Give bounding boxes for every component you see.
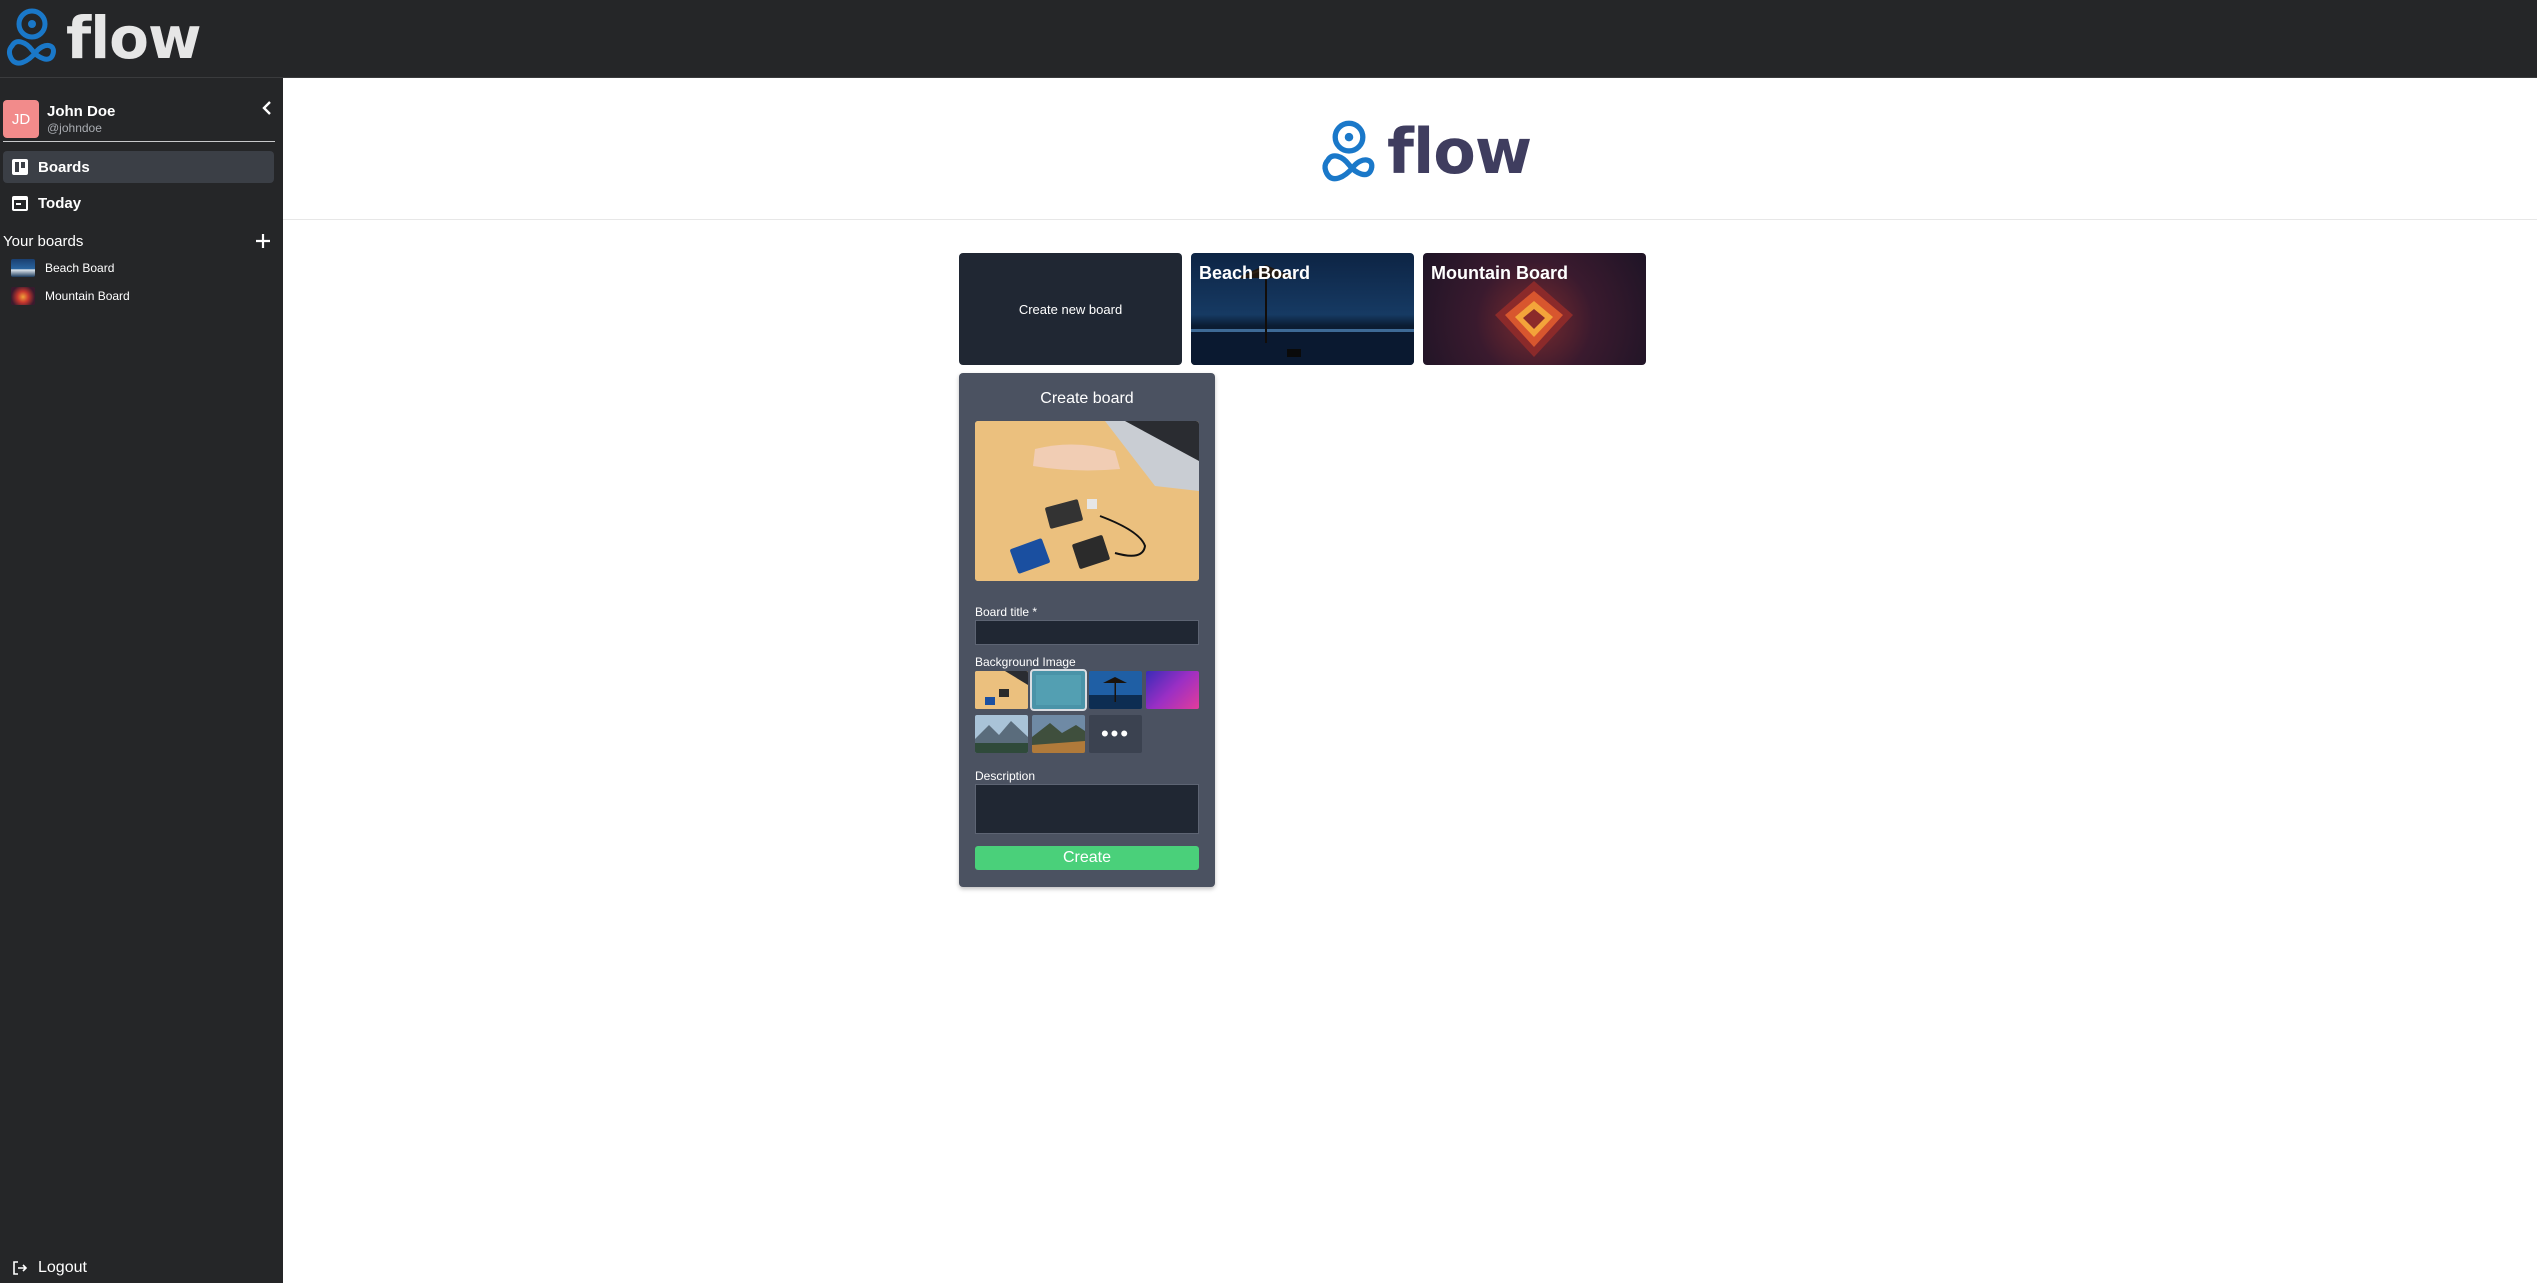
logout-label: Logout: [38, 1259, 87, 1276]
board-card-title: Mountain Board: [1431, 263, 1568, 283]
background-image-label: Background Image: [975, 655, 1076, 669]
more-backgrounds-button[interactable]: •••: [1089, 715, 1142, 753]
your-boards-header: Your boards: [3, 231, 277, 251]
main-header: flow: [283, 78, 2537, 220]
user-name: John Doe: [47, 103, 116, 120]
top-logo[interactable]: flow: [6, 4, 202, 72]
background-option-beach[interactable]: [1089, 671, 1142, 709]
flow-logo-icon: [6, 8, 56, 66]
description-input[interactable]: [975, 784, 1199, 834]
sidebar-board-label: Beach Board: [45, 261, 115, 275]
board-thumbnail: [11, 259, 35, 277]
mountain-valley-thumb-image: [1032, 715, 1085, 753]
beach-thumb-image: [1089, 671, 1142, 709]
sidebar-item-label: Boards: [38, 158, 90, 176]
sidebar: JD John Doe @johndoe Boards Today Your b…: [0, 78, 283, 1283]
board-title-input[interactable]: [975, 620, 1199, 645]
brand-name: flow: [66, 4, 202, 72]
description-label: Description: [975, 769, 1036, 783]
logout-button[interactable]: Logout: [12, 1257, 87, 1279]
top-bar: flow: [0, 0, 2537, 78]
create-new-board-label: Create new board: [1018, 301, 1123, 317]
user-handle: @johndoe: [47, 121, 102, 135]
main-logo: flow: [1319, 115, 1532, 188]
calendar-icon: [12, 196, 28, 211]
boards-icon: [12, 159, 28, 175]
popup-title: Create board: [1040, 390, 1134, 407]
board-card-title: Beach Board: [1199, 263, 1311, 283]
board-title-label: Board title *: [975, 605, 1038, 619]
more-icon: •••: [1100, 721, 1131, 746]
sidebar-board-label: Mountain Board: [45, 289, 130, 303]
your-boards-label: Your boards: [3, 232, 84, 250]
board-thumbnail: [11, 287, 35, 305]
mountain-board-card[interactable]: Mountain Board: [1423, 253, 1646, 365]
plus-icon[interactable]: [255, 233, 271, 249]
sidebar-board-beach[interactable]: Beach Board: [11, 257, 114, 279]
user-profile[interactable]: JD John Doe @johndoe: [3, 94, 275, 144]
logout-icon: [13, 1261, 28, 1275]
sidebar-item-label: Today: [38, 194, 82, 212]
sidebar-item-today[interactable]: Today: [3, 187, 274, 219]
beach-board-card[interactable]: Beach Board: [1191, 253, 1414, 365]
collapse-sidebar-button[interactable]: [259, 100, 275, 120]
chevron-left-icon: [262, 101, 271, 115]
desk-thumb-image: [975, 671, 1028, 709]
create-button[interactable]: Create: [975, 846, 1199, 870]
create-new-board-card[interactable]: Create new board: [959, 253, 1182, 365]
create-board-popup: Create board Board title * Background Im…: [959, 373, 1215, 887]
mountain-lake-thumb-image: [975, 715, 1028, 753]
sidebar-board-mountain[interactable]: Mountain Board: [11, 285, 130, 307]
user-divider: [3, 141, 275, 142]
background-option-desk[interactable]: [975, 671, 1028, 709]
desk-laptop-image: [975, 421, 1199, 581]
sidebar-item-boards[interactable]: Boards: [3, 151, 274, 183]
background-preview-image: [975, 421, 1199, 581]
blue-texture-thumb-image: [1032, 671, 1085, 709]
background-option-mountain-lake[interactable]: [975, 715, 1028, 753]
flow-logo-icon: [1322, 120, 1375, 182]
background-option-mountain-valley[interactable]: [1032, 715, 1085, 753]
background-option-purple-gradient[interactable]: [1146, 671, 1199, 709]
brand-name: flow: [1387, 115, 1532, 188]
background-option-blue-texture[interactable]: [1030, 669, 1087, 711]
avatar: JD: [3, 100, 39, 138]
